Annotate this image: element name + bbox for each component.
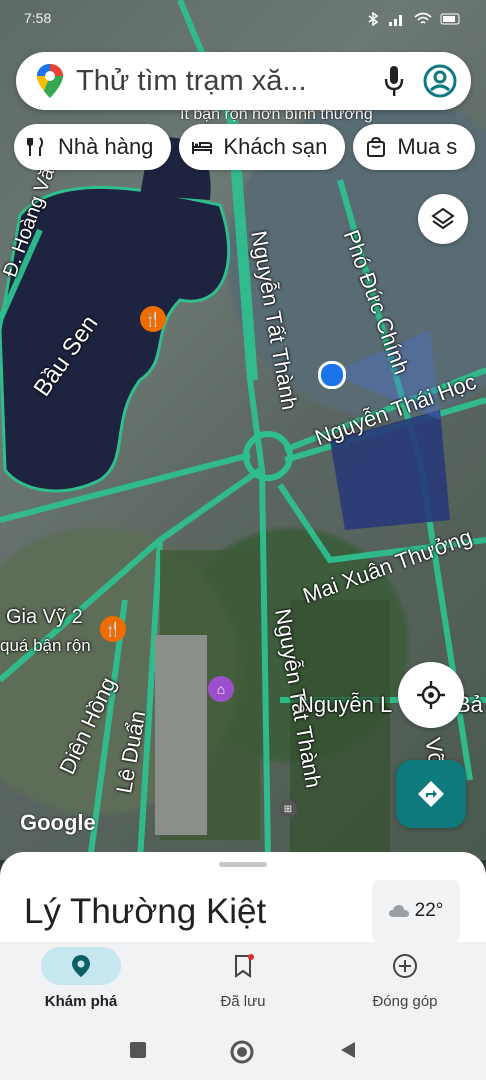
explore-pin-icon xyxy=(72,955,90,977)
weather-temp: 22° xyxy=(414,900,444,921)
directions-icon xyxy=(418,781,444,807)
user-location-dot xyxy=(318,361,346,389)
bluetooth-icon xyxy=(368,12,379,26)
chip-restaurants[interactable]: Nhà hàng xyxy=(14,124,172,170)
system-nav-bar xyxy=(0,1028,486,1080)
temple-marker-icon[interactable]: ⌂ xyxy=(208,676,234,702)
chip-hotels[interactable]: Khách sạn xyxy=(179,124,346,170)
add-circle-icon xyxy=(393,954,417,978)
layers-button[interactable] xyxy=(418,194,468,244)
tab-label: Khám phá xyxy=(44,993,118,1010)
tab-saved[interactable]: Đã lưu xyxy=(178,942,308,1028)
hotel-icon xyxy=(192,142,213,154)
chip-label: Nhà hàng xyxy=(58,134,154,159)
restaurant-icon xyxy=(27,137,43,156)
layers-icon xyxy=(431,207,455,230)
cloud-icon xyxy=(388,905,409,917)
category-chips: Nhà hàng Khách sạn Mua s xyxy=(14,124,476,170)
chip-label: Khách sạn xyxy=(223,134,328,159)
tab-label: Đóng góp xyxy=(372,993,438,1010)
status-bar: 7:58 xyxy=(24,10,462,34)
directions-button[interactable] xyxy=(396,760,466,828)
microphone-icon[interactable] xyxy=(381,64,407,98)
tab-explore[interactable]: Khám phá xyxy=(16,942,146,1028)
my-location-button[interactable] xyxy=(398,662,464,728)
tab-contribute[interactable]: Đóng góp xyxy=(340,942,470,1028)
home-icon[interactable] xyxy=(230,1040,254,1064)
bottom-navigation: Khám phá Đã lưu Đóng góp xyxy=(0,942,486,1028)
battery-icon xyxy=(440,13,460,25)
shopping-icon xyxy=(367,136,386,157)
status-time: 7:58 xyxy=(24,10,52,26)
restaurant-marker-icon[interactable]: 🍴 xyxy=(100,616,126,642)
account-icon[interactable] xyxy=(423,64,457,98)
chip-label: Mua s xyxy=(397,134,458,159)
back-icon[interactable] xyxy=(338,1040,358,1060)
drag-handle[interactable] xyxy=(219,862,267,867)
bottom-sheet[interactable]: Lý Thường Kiệt 22° xyxy=(0,852,486,952)
place-title: Lý Thường Kiệt xyxy=(24,892,267,931)
wifi-icon xyxy=(414,12,432,24)
road-label-nguyen-l: Nguyễn L xyxy=(298,692,393,717)
bus-stop-icon[interactable]: ⊞ xyxy=(279,800,297,818)
recents-icon[interactable] xyxy=(128,1040,148,1060)
search-input[interactable]: Thử tìm trạm xă... xyxy=(76,65,381,98)
search-bar[interactable]: Thử tìm trạm xă... xyxy=(16,52,471,110)
weather-chip[interactable]: 22° xyxy=(372,880,460,942)
place-label-busy: quá bận rộn xyxy=(0,636,91,655)
tab-label: Đã lưu xyxy=(220,993,266,1010)
signal-icon xyxy=(389,15,402,26)
restaurant-marker-icon[interactable]: 🍴 xyxy=(140,306,166,332)
bookmark-icon xyxy=(235,954,254,978)
google-logo: Google xyxy=(20,810,96,835)
crosshair-icon xyxy=(417,681,445,709)
chip-shopping[interactable]: Mua s xyxy=(353,124,476,170)
place-label-gia-vy: Gia Vỹ 2 xyxy=(6,606,83,628)
maps-pin-icon xyxy=(37,64,63,98)
